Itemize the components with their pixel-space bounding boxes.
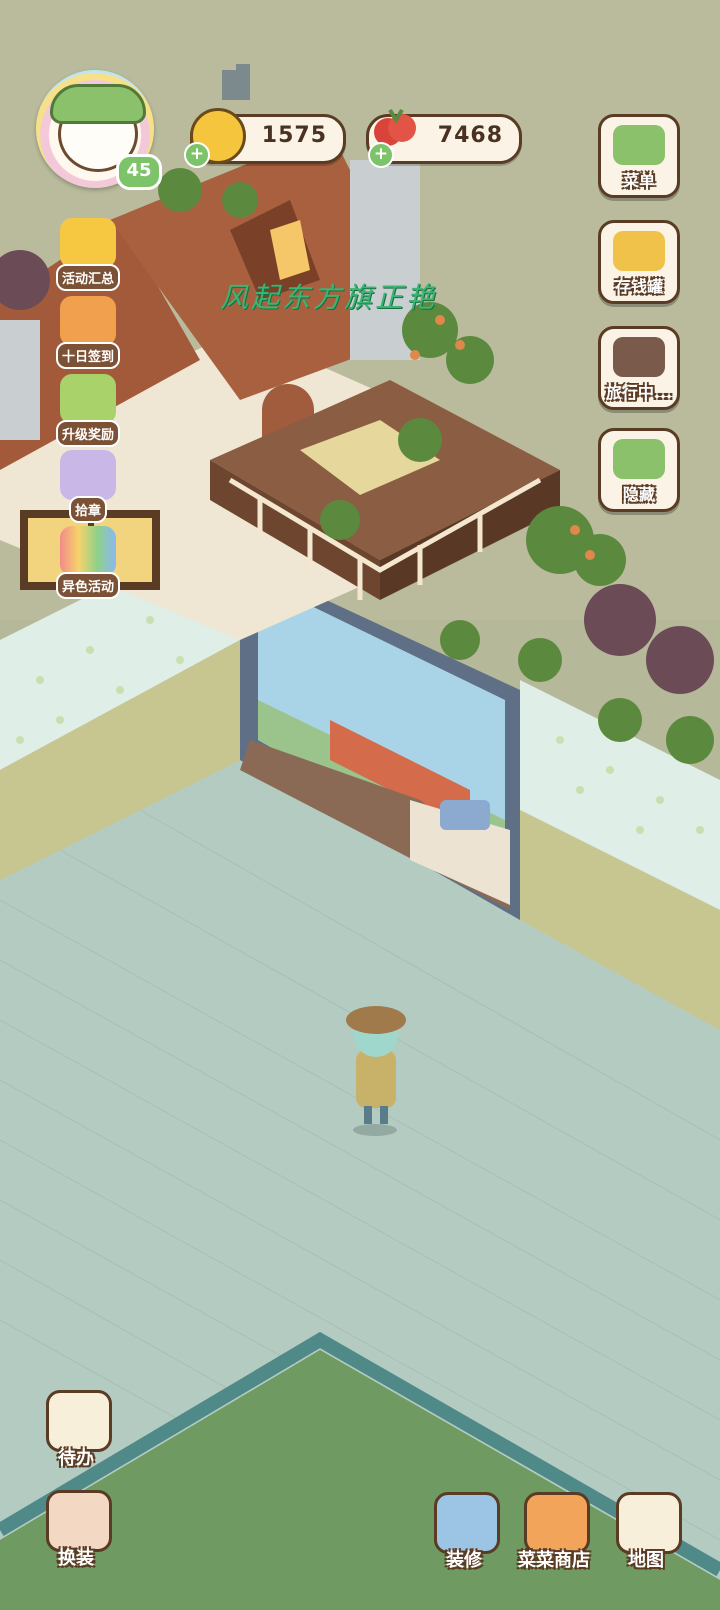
crown-icon bbox=[60, 218, 116, 268]
add-coins-button[interactable]: + bbox=[184, 142, 210, 168]
blue-pillow bbox=[440, 800, 490, 830]
hide-ui-button[interactable]: 隐藏 bbox=[598, 428, 680, 512]
todo-button[interactable]: 待办 bbox=[38, 1390, 114, 1470]
piggy-bank-icon bbox=[613, 231, 665, 271]
leaf-hat-icon bbox=[50, 84, 146, 124]
decorate-trowel-icon bbox=[434, 1492, 500, 1554]
chimney-pipe bbox=[222, 70, 236, 100]
camera-icon bbox=[613, 337, 665, 377]
wardrobe-icon bbox=[46, 1490, 112, 1552]
player-level-badge: 45 bbox=[116, 154, 162, 190]
decorate-button[interactable]: 装修 bbox=[426, 1492, 502, 1572]
level-reward-button[interactable]: 升级奖励 bbox=[50, 374, 126, 447]
activity-summary-button[interactable]: 活动汇总 bbox=[50, 218, 126, 291]
shop-stall-icon bbox=[524, 1492, 590, 1554]
stamp-book-icon bbox=[60, 450, 116, 500]
wardrobe-button[interactable]: 换装 bbox=[38, 1490, 114, 1570]
side-chimney bbox=[0, 320, 40, 440]
map-button[interactable]: 地图 bbox=[608, 1492, 684, 1572]
gift-box-icon bbox=[60, 296, 116, 346]
map-icon bbox=[616, 1492, 682, 1554]
main-menu-button[interactable]: 菜单 bbox=[598, 114, 680, 198]
travel-button[interactable]: 旅行中... bbox=[598, 326, 680, 410]
produce-amount: 7468 bbox=[437, 123, 503, 148]
todo-checklist-icon bbox=[46, 1390, 112, 1452]
coin-amount: 1575 bbox=[261, 123, 327, 148]
house-name-banner: 风起东方旗正艳 bbox=[220, 281, 438, 314]
piggy-bank-button[interactable]: 存钱罐 bbox=[598, 220, 680, 304]
rainbow-icon bbox=[60, 526, 116, 576]
menu-list-icon bbox=[613, 125, 665, 165]
shop-button[interactable]: 菜菜商店 bbox=[516, 1492, 592, 1572]
ten-day-signin-button[interactable]: 十日签到 bbox=[50, 296, 126, 369]
add-produce-button[interactable]: + bbox=[368, 142, 394, 168]
level-up-arrow-icon bbox=[60, 374, 116, 424]
hide-frame-icon bbox=[613, 439, 665, 479]
alt-color-event-button[interactable]: 异色活动 bbox=[50, 526, 126, 599]
player-avatar[interactable]: 45 bbox=[36, 70, 162, 190]
stamp-collection-button[interactable]: 拾章 bbox=[50, 450, 126, 523]
